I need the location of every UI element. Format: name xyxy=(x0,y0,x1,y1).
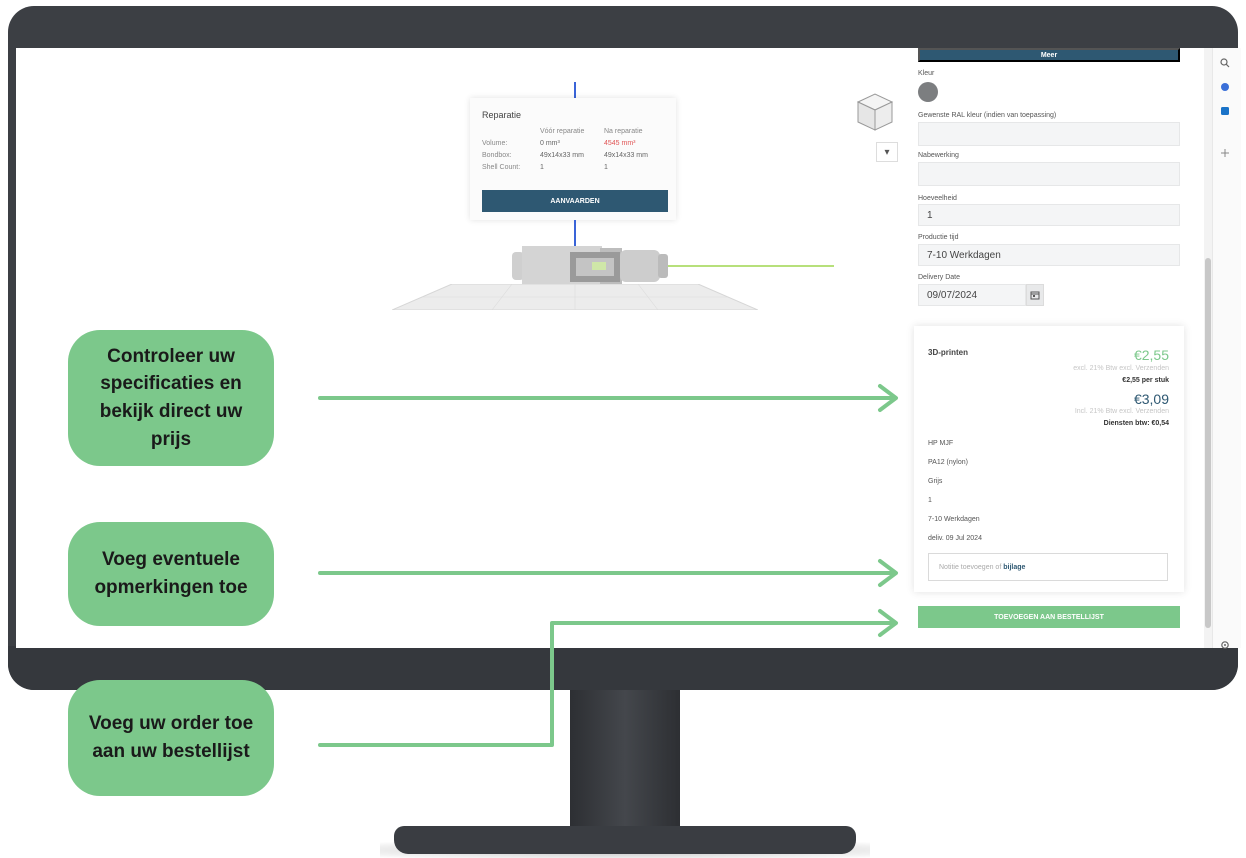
repair-row-after: 49x14x33 mm xyxy=(604,152,648,159)
repair-title: Reparatie xyxy=(482,110,522,120)
price-excl: €2,55 xyxy=(1133,347,1169,363)
monitor-stand-base xyxy=(394,826,856,854)
remarks-placeholder: Notitie toevoegen of xyxy=(939,563,1002,571)
more-button[interactable]: Meer xyxy=(918,48,1180,62)
callout-add-order: Voeg uw order toe aan uw bestellijst xyxy=(68,680,274,796)
repair-row-after: 1 xyxy=(604,164,608,171)
incl-note: Incl. 21% Btw excl. Verzenden xyxy=(1074,408,1169,415)
production-label: Productie tijd xyxy=(918,234,959,241)
repair-row-before: 49x14x33 mm xyxy=(540,152,584,159)
repair-col-before: Vóór reparatie xyxy=(540,128,585,135)
repair-card: Reparatie Vóór reparatie Na reparatie Vo… xyxy=(470,98,676,220)
accept-button[interactable]: AANVAARDEN xyxy=(482,190,668,212)
repair-row-before: 1 xyxy=(540,164,544,171)
vat-amount: Diensten btw: €0,54 xyxy=(1103,420,1169,427)
repair-row-label: Bondbox: xyxy=(482,152,512,159)
repair-row-label: Shell Count: xyxy=(482,164,521,171)
repair-row-before: 0 mm³ xyxy=(540,140,560,147)
quantity-input[interactable]: 1 xyxy=(918,204,1180,226)
spec-item: Grijs xyxy=(928,478,943,485)
spec-item: 1 xyxy=(928,497,932,504)
color-swatch[interactable] xyxy=(918,82,938,102)
ral-input[interactable] xyxy=(918,122,1180,146)
remarks-input[interactable]: Notitie toevoegen of bijlage xyxy=(928,553,1168,581)
ral-label: Gewenste RAL kleur (indien van toepassin… xyxy=(918,112,1057,119)
callout-check-specs: Controleer uw specificaties en bekijk di… xyxy=(68,330,274,466)
scrollbar-thumb[interactable] xyxy=(1205,258,1211,628)
calendar-icon[interactable] xyxy=(1026,284,1044,306)
extension-icon[interactable] xyxy=(1218,80,1232,94)
attachment-link[interactable]: bijlage xyxy=(1003,564,1025,571)
price-per-piece: €2,55 per stuk xyxy=(1122,377,1169,384)
viewer-dropdown[interactable]: ▾ xyxy=(876,142,898,162)
finishing-select[interactable] xyxy=(918,162,1180,186)
excl-note: excl. 21% Btw excl. Verzenden xyxy=(1073,365,1169,372)
spec-item: 7-10 Werkdagen xyxy=(928,516,980,523)
view-cube-icon[interactable] xyxy=(852,92,898,132)
browser-side-toolbar xyxy=(1212,48,1241,648)
repair-col-after: Na reparatie xyxy=(604,128,643,135)
build-plate-grid xyxy=(392,284,758,310)
production-select[interactable]: 7-10 Werkdagen xyxy=(918,244,1180,266)
repair-row-after: 4545 mm³ xyxy=(604,140,636,147)
quantity-label: Hoeveelheid xyxy=(918,195,957,202)
price-incl: €3,09 xyxy=(1133,391,1169,407)
delivery-date-input[interactable]: 09/07/2024 xyxy=(918,284,1026,306)
add-icon[interactable] xyxy=(1218,146,1232,160)
color-label: Kleur xyxy=(918,70,935,77)
search-icon[interactable] xyxy=(1218,56,1232,70)
monitor-stand-neck xyxy=(570,688,680,828)
spec-item: HP MJF xyxy=(928,440,954,447)
3d-model xyxy=(512,246,668,284)
callout-remarks: Voeg eventuele opmerkingen toe xyxy=(68,522,274,626)
spec-item: deliv. 09 Jul 2024 xyxy=(928,535,982,542)
outlook-icon[interactable] xyxy=(1218,104,1232,118)
repair-row-label: Volume: xyxy=(482,140,508,147)
delivery-label: Delivery Date xyxy=(918,274,961,281)
settings-icon[interactable] xyxy=(1218,638,1232,652)
service-name: 3D-printen xyxy=(928,348,968,357)
add-to-orderlist-button[interactable]: TOEVOEGEN AAN BESTELLIJST xyxy=(918,606,1180,628)
spec-item: PA12 (nylon) xyxy=(928,459,968,466)
finishing-label: Nabewerking xyxy=(918,152,959,159)
